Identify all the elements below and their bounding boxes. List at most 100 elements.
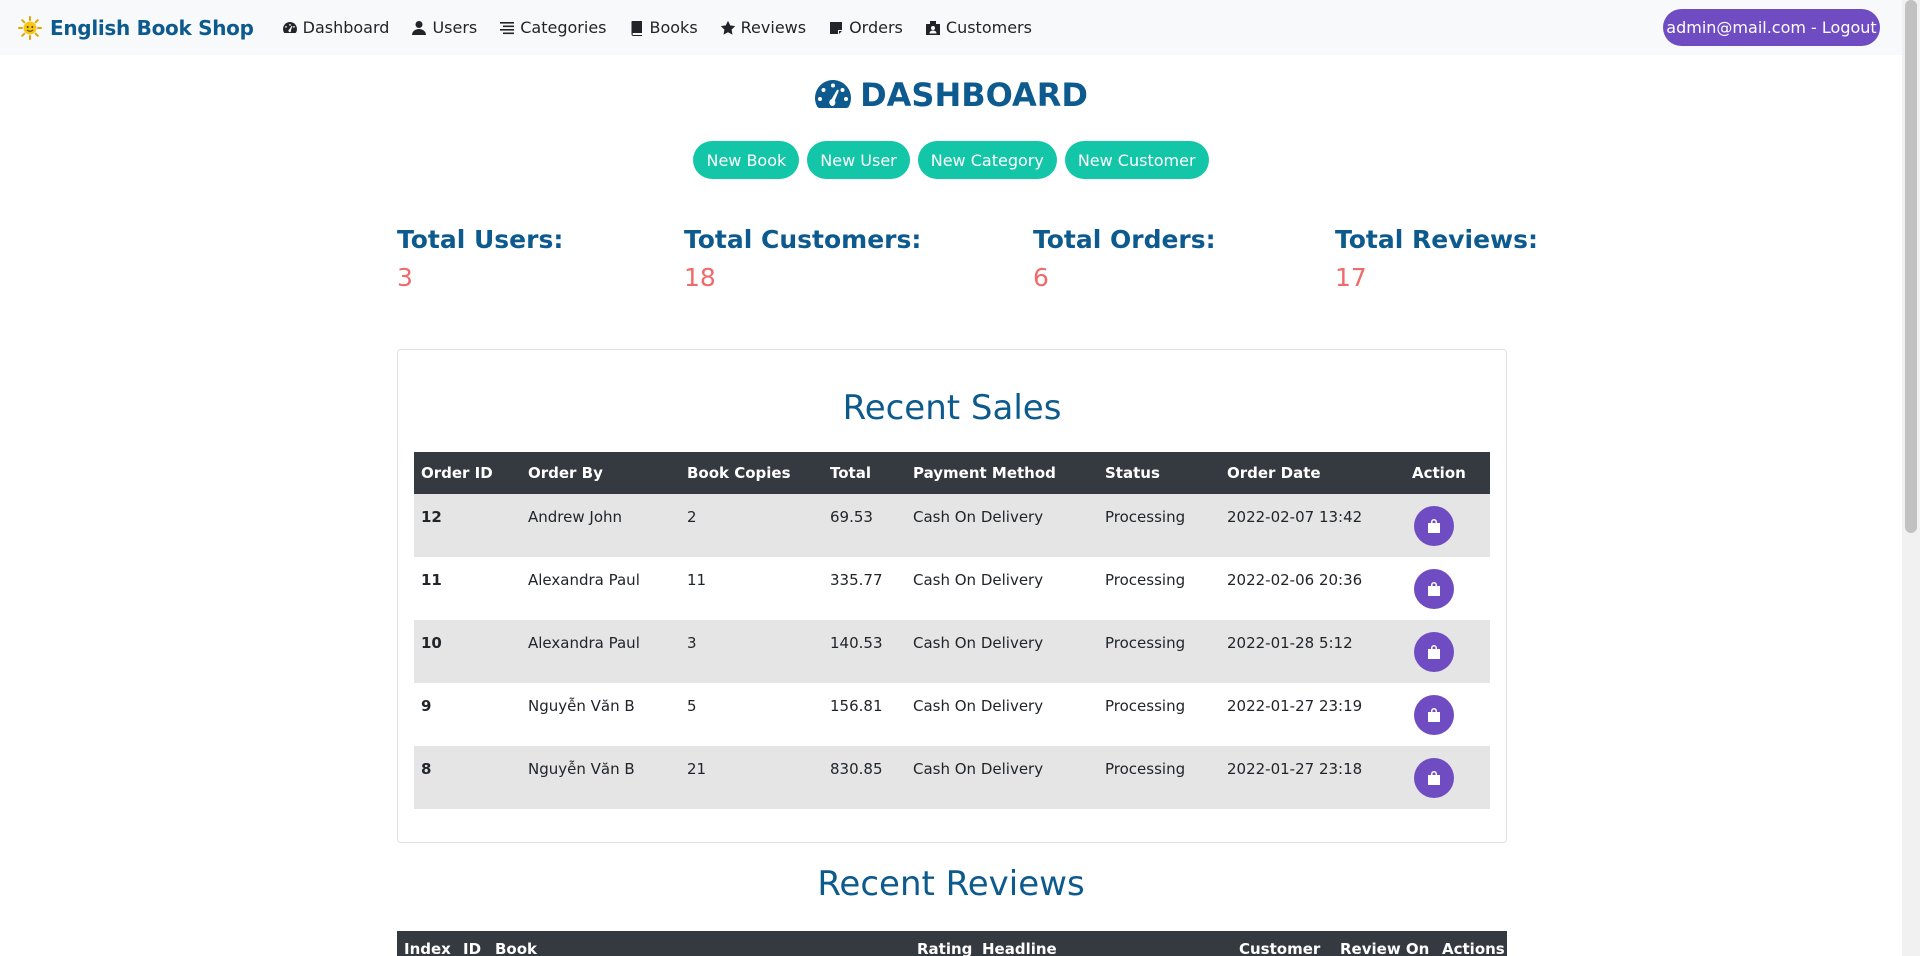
- action-cell: [1405, 557, 1490, 620]
- shopping-bag-icon: [1428, 582, 1440, 596]
- order-by-cell: Andrew John: [521, 494, 680, 557]
- view-order-button[interactable]: [1414, 569, 1454, 609]
- book-copies-cell: 5: [680, 683, 823, 746]
- new-category-button[interactable]: New Category: [917, 141, 1057, 179]
- order-id-cell: 8: [414, 746, 521, 809]
- column-header: Order By: [521, 452, 680, 494]
- reviews-table-header: Index ID Book Rating Headline Customer R…: [397, 931, 1507, 956]
- view-order-button[interactable]: [1414, 632, 1454, 672]
- address-card-icon: [925, 20, 940, 35]
- nav-item-books[interactable]: Books: [629, 18, 698, 37]
- dashboard-gauge-icon: [282, 21, 297, 33]
- total-cell: 140.53: [823, 620, 906, 683]
- book-icon: [630, 20, 642, 36]
- nav-item-label: Orders: [849, 18, 903, 37]
- book-copies-cell: 2: [680, 494, 823, 557]
- scrollbar-thumb[interactable]: [1905, 0, 1917, 533]
- column-header: Action: [1405, 452, 1490, 494]
- book-copies-cell: 21: [680, 746, 823, 809]
- action-cell: [1405, 683, 1490, 746]
- order-id-cell: 12: [414, 494, 521, 557]
- stat-value: 17: [1335, 263, 1367, 292]
- nav-item-users[interactable]: Users: [411, 18, 477, 37]
- table-row: 8 Nguyễn Văn B 21 830.85 Cash On Deliver…: [414, 746, 1490, 809]
- nav-item-categories[interactable]: Categories: [499, 18, 607, 37]
- column-header: Review On: [1340, 940, 1430, 956]
- nav-item-customers[interactable]: Customers: [925, 18, 1032, 37]
- status-cell: Processing: [1098, 683, 1220, 746]
- column-header: Headline: [982, 940, 1057, 956]
- page-scrollbar[interactable]: [1902, 0, 1920, 956]
- total-cell: 69.53: [823, 494, 906, 557]
- sun-logo-icon: [18, 15, 42, 40]
- top-navbar: English Book Shop Dashboard Users Catego…: [0, 0, 1902, 55]
- book-copies-cell: 11: [680, 557, 823, 620]
- nav-item-label: Dashboard: [302, 18, 390, 37]
- new-book-button[interactable]: New Book: [693, 141, 800, 179]
- view-order-button[interactable]: [1414, 506, 1454, 546]
- nav-links: Dashboard Users Categories Books Reviews…: [282, 18, 1054, 37]
- status-cell: Processing: [1098, 746, 1220, 809]
- stat-label: Total Users:: [397, 225, 564, 254]
- column-header: Rating: [917, 940, 973, 956]
- recent-sales-table: Order ID Order By Book Copies Total Paym…: [414, 452, 1490, 809]
- column-header: Total: [823, 452, 906, 494]
- total-cell: 156.81: [823, 683, 906, 746]
- order-by-cell: Alexandra Paul: [521, 620, 680, 683]
- new-customer-button[interactable]: New Customer: [1064, 141, 1209, 179]
- order-id-cell: 11: [414, 557, 521, 620]
- stat-total-customers: Total Customers: 18: [684, 225, 921, 292]
- shopping-bag-icon: [1428, 519, 1440, 533]
- stat-total-reviews: Total Reviews: 17: [1335, 225, 1538, 292]
- order-date-cell: 2022-02-07 13:42: [1220, 494, 1405, 557]
- column-header: Order ID: [414, 452, 521, 494]
- nav-item-label: Categories: [520, 18, 607, 37]
- table-header-row: Order ID Order By Book Copies Total Paym…: [414, 452, 1490, 494]
- view-order-button[interactable]: [1414, 758, 1454, 798]
- shopping-bag-icon: [1428, 771, 1440, 785]
- logout-button[interactable]: admin@mail.com - Logout: [1663, 9, 1880, 46]
- page-title-text: DASHBOARD: [860, 76, 1088, 114]
- book-copies-cell: 3: [680, 620, 823, 683]
- brand-name: English Book Shop: [50, 15, 254, 40]
- stat-total-orders: Total Orders: 6: [1033, 225, 1216, 292]
- column-header: Book: [495, 940, 538, 956]
- quick-actions: New Book New User New Category New Custo…: [0, 141, 1902, 179]
- column-header: Status: [1098, 452, 1220, 494]
- table-row: 9 Nguyễn Văn B 5 156.81 Cash On Delivery…: [414, 683, 1490, 746]
- order-date-cell: 2022-01-27 23:19: [1220, 683, 1405, 746]
- column-header: Order Date: [1220, 452, 1405, 494]
- view-order-button[interactable]: [1414, 695, 1454, 735]
- new-user-button[interactable]: New User: [807, 141, 910, 179]
- column-header: Actions: [1442, 940, 1505, 956]
- order-date-cell: 2022-01-28 5:12: [1220, 620, 1405, 683]
- order-date-cell: 2022-02-06 20:36: [1220, 557, 1405, 620]
- payment-method-cell: Cash On Delivery: [906, 494, 1098, 557]
- status-cell: Processing: [1098, 620, 1220, 683]
- status-cell: Processing: [1098, 494, 1220, 557]
- column-header: Payment Method: [906, 452, 1098, 494]
- action-cell: [1405, 620, 1490, 683]
- table-row: 10 Alexandra Paul 3 140.53 Cash On Deliv…: [414, 620, 1490, 683]
- recent-sales-title: Recent Sales: [842, 388, 1062, 428]
- order-date-cell: 2022-01-27 23:18: [1220, 746, 1405, 809]
- nav-item-dashboard[interactable]: Dashboard: [282, 18, 390, 37]
- brand-link[interactable]: English Book Shop: [18, 15, 254, 40]
- page-title: DASHBOARD: [0, 76, 1902, 114]
- user-icon: [412, 20, 427, 35]
- stat-value: 6: [1033, 263, 1049, 292]
- sticky-note-icon: [830, 21, 843, 34]
- order-id-cell: 10: [414, 620, 521, 683]
- recent-reviews-title: Recent Reviews: [817, 864, 1085, 904]
- payment-method-cell: Cash On Delivery: [906, 620, 1098, 683]
- shopping-bag-icon: [1428, 708, 1440, 722]
- nav-item-orders[interactable]: Orders: [828, 18, 903, 37]
- action-cell: [1405, 494, 1490, 557]
- stat-label: Total Customers:: [684, 225, 922, 254]
- payment-method-cell: Cash On Delivery: [906, 557, 1098, 620]
- order-by-cell: Alexandra Paul: [521, 557, 680, 620]
- total-cell: 830.85: [823, 746, 906, 809]
- nav-item-reviews[interactable]: Reviews: [720, 18, 806, 37]
- table-row: 12 Andrew John 2 69.53 Cash On Delivery …: [414, 494, 1490, 557]
- payment-method-cell: Cash On Delivery: [906, 683, 1098, 746]
